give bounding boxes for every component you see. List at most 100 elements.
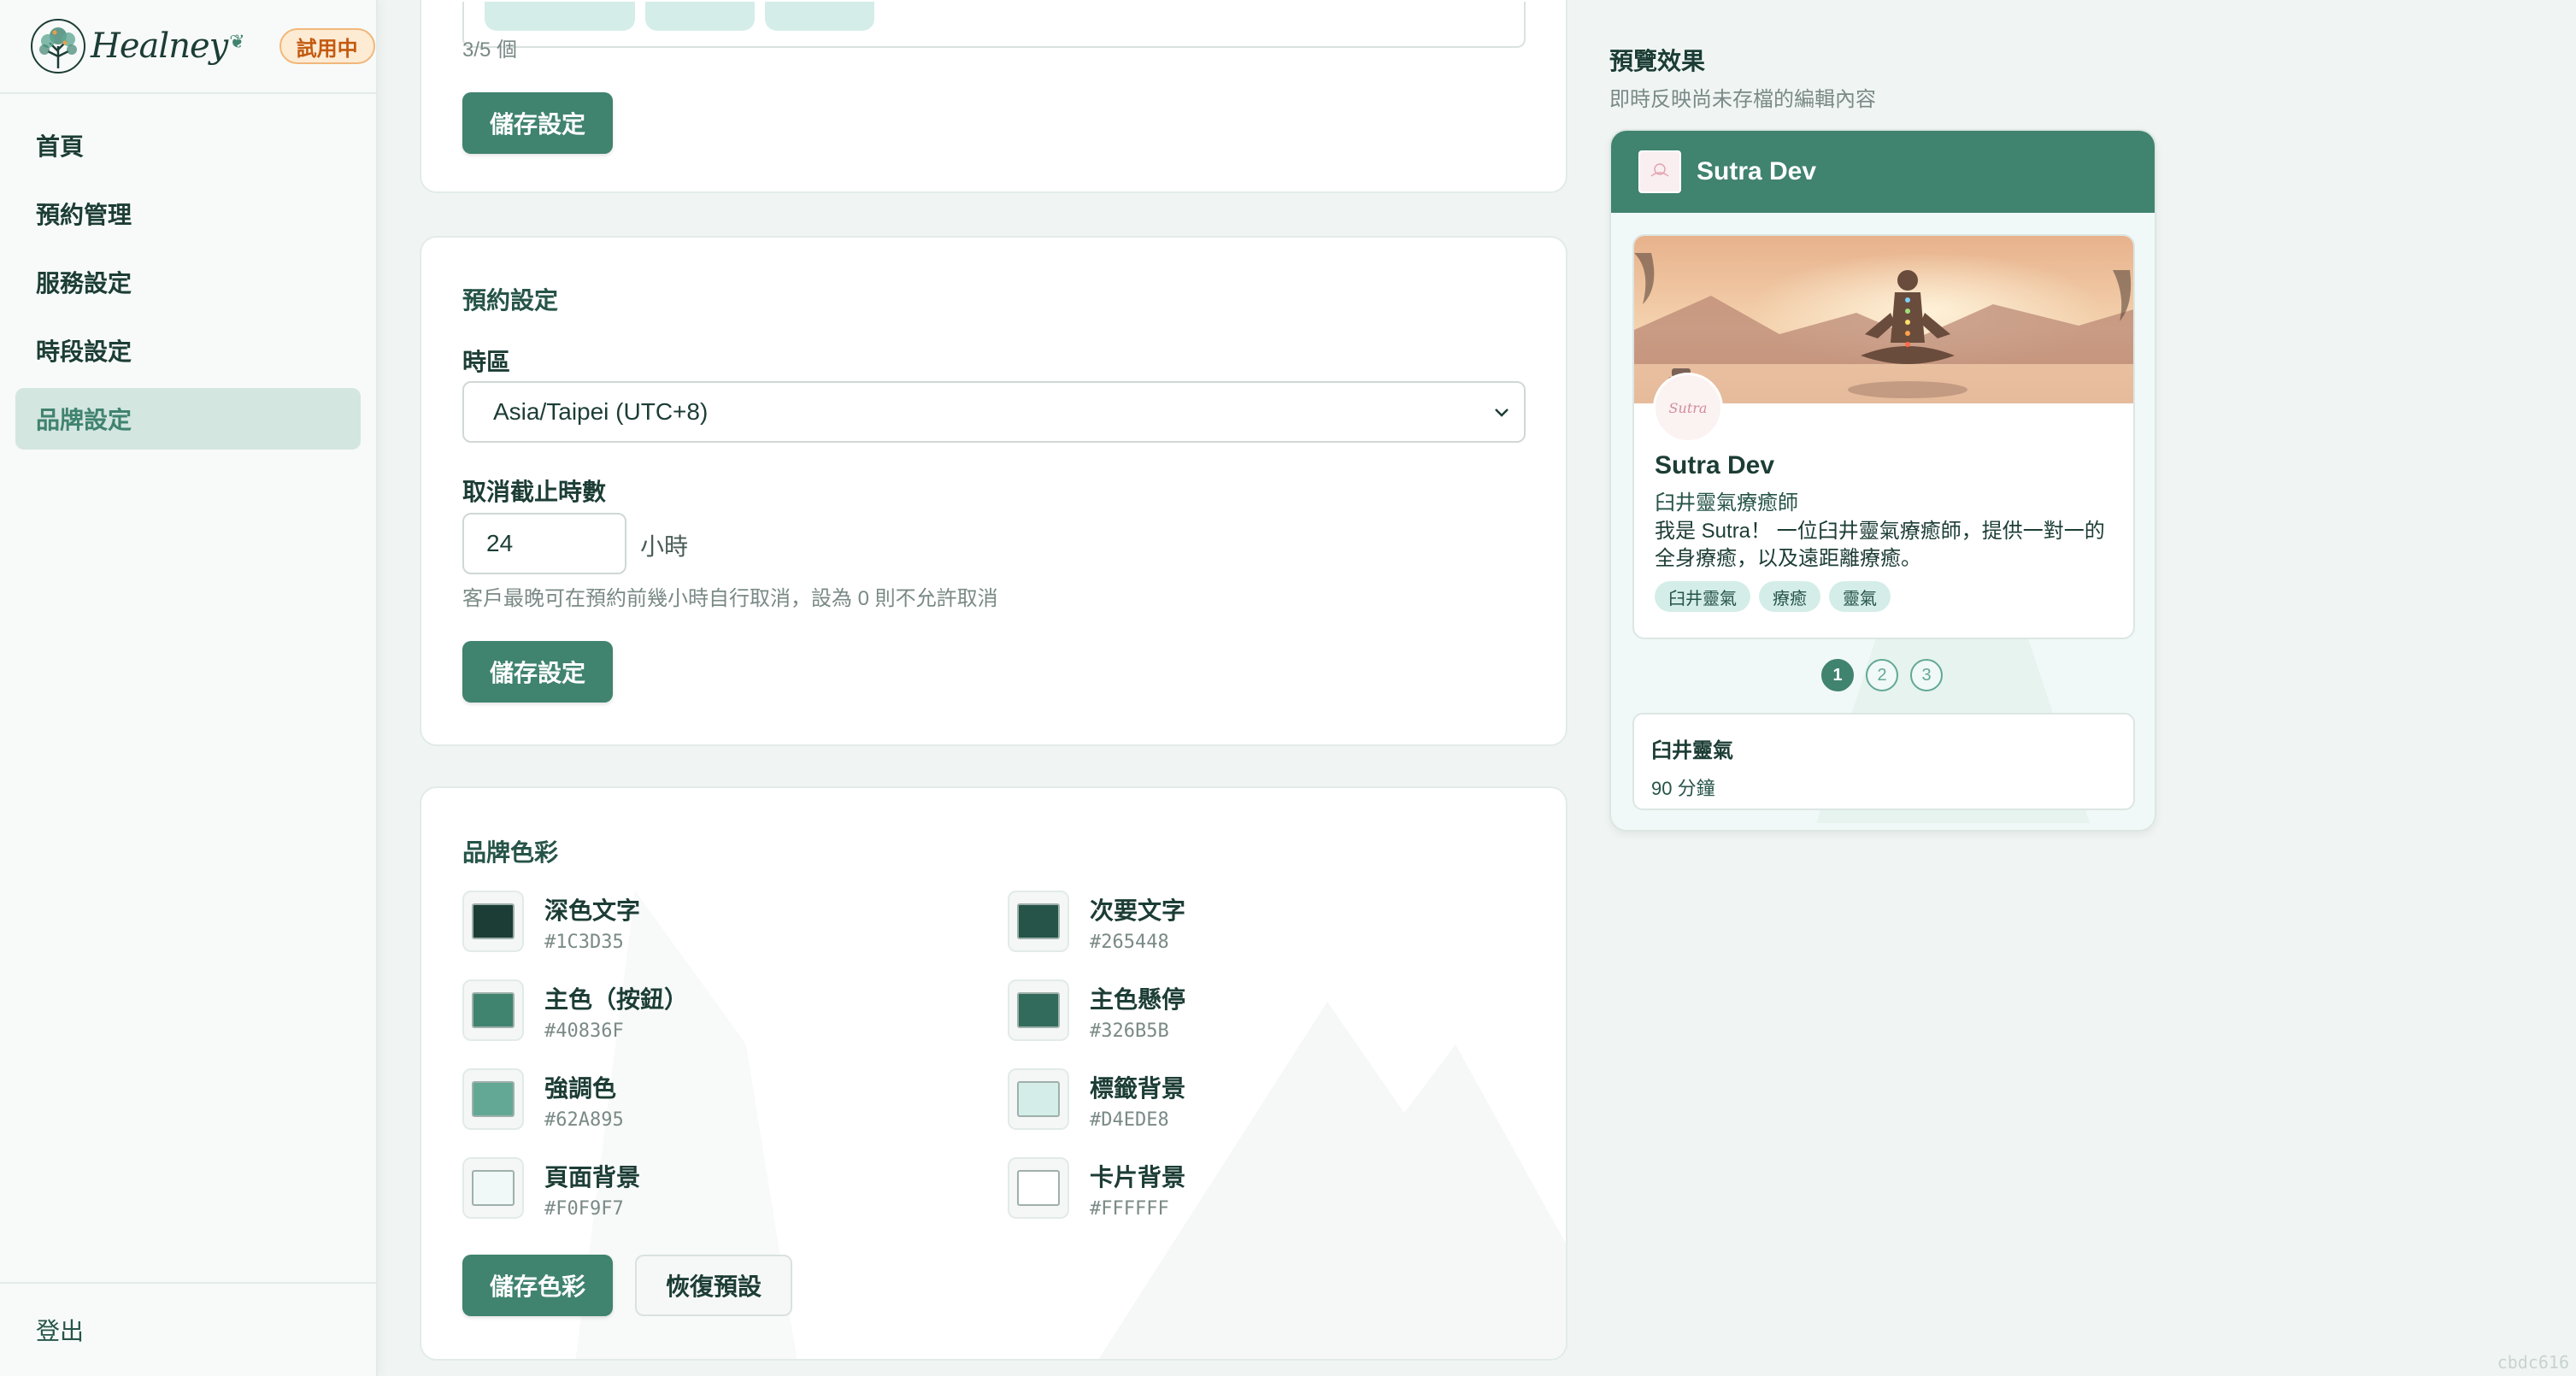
save-tags-button[interactable]: 儲存設定 xyxy=(462,92,614,154)
cancel-hint: 客戶最晚可在預約前幾小時自行取消，設為 0 則不允許取消 xyxy=(462,587,998,610)
sidebar-item-services[interactable]: 服務設定 xyxy=(15,251,361,313)
sidebar-item-timeslots[interactable]: 時段設定 xyxy=(15,320,361,381)
service-card[interactable]: 臼井靈氣 90 分鐘 xyxy=(1632,713,2135,810)
sidebar-item-bookings[interactable]: 預約管理 xyxy=(15,183,361,244)
card-title: 預約設定 xyxy=(462,287,559,314)
color-hex: #40836F xyxy=(544,1020,624,1042)
hours-unit: 小時 xyxy=(640,533,689,560)
profile-card[interactable]: Sutra Sutra Dev 臼井靈氣療癒師 我是 Sutra！ 一位臼井靈氣… xyxy=(1632,234,2135,639)
page-dot-2[interactable]: 2 xyxy=(1866,659,1898,691)
color-swatch-button[interactable] xyxy=(1008,1157,1069,1219)
color-name: 標籤背景 xyxy=(1090,1075,1186,1102)
profile-tag: 臼井靈氣 xyxy=(1655,581,1750,612)
tag-count: 3/5 個 xyxy=(462,38,518,62)
color-swatch xyxy=(1017,992,1060,1028)
color-swatch-button[interactable] xyxy=(462,1068,524,1130)
meditation-cover-image xyxy=(1634,236,2133,403)
preview-logo xyxy=(1638,150,1681,193)
color-swatch xyxy=(472,1170,515,1206)
leaf-icon: ❦ xyxy=(229,31,245,52)
cancel-hours-input[interactable]: 24 xyxy=(462,513,626,574)
tag-chip[interactable] xyxy=(485,2,635,31)
timezone-select[interactable]: Asia/Taipei (UTC+8) xyxy=(462,381,1526,443)
cancel-deadline-label: 取消截止時數 xyxy=(462,479,607,505)
color-swatch xyxy=(472,903,515,939)
chevron-down-icon xyxy=(1495,409,1509,417)
preview-heading: 預覽效果 xyxy=(1609,48,1706,74)
corner-id: cbdc616 xyxy=(2497,1352,2569,1373)
color-item-tag-bg[interactable]: 標籤背景 #D4EDE8 xyxy=(1008,1068,1185,1131)
brand-header: Healney ❦ 試用中 xyxy=(0,0,376,94)
sidebar-nav: 首頁 預約管理 服務設定 時段設定 品牌設定 xyxy=(0,94,376,450)
profile-tag: 療癒 xyxy=(1759,581,1820,612)
sidebar-item-branding[interactable]: 品牌設定 xyxy=(15,388,361,450)
page-dot-1[interactable]: 1 xyxy=(1821,659,1854,691)
color-hex: #326B5B xyxy=(1090,1020,1169,1042)
color-name: 卡片背景 xyxy=(1090,1164,1186,1191)
color-hex: #1C3D35 xyxy=(544,932,624,953)
preview-phone: Sutra Dev Sutra Sutra Dev 臼井靈氣療癒師 我是 Sut… xyxy=(1609,129,2156,832)
profile-tag: 靈氣 xyxy=(1829,581,1891,612)
color-swatch-button[interactable] xyxy=(462,891,524,952)
service-duration: 90 分鐘 xyxy=(1651,778,1715,799)
color-item-dark-text[interactable]: 深色文字 #1C3D35 xyxy=(462,891,640,953)
reset-colors-button[interactable]: 恢復預設 xyxy=(635,1255,793,1316)
sidebar-item-home[interactable]: 首頁 xyxy=(15,115,361,176)
color-name: 主色（按鈕） xyxy=(544,986,689,1013)
color-hex: #62A895 xyxy=(544,1109,624,1131)
trial-badge: 試用中 xyxy=(279,28,375,64)
logout-link[interactable]: 登出 xyxy=(36,1313,84,1347)
color-swatch-button[interactable] xyxy=(1008,979,1069,1041)
sidebar: Healney ❦ 試用中 首頁 預約管理 服務設定 時段設定 品牌設定 登出 xyxy=(0,0,378,1376)
color-swatch xyxy=(472,1081,515,1117)
brand-colors-card: 品牌色彩 深色文字 #1C3D35 次要文字 #265448 主色（按鈕） #4083… xyxy=(420,786,1567,1361)
color-hex: #265448 xyxy=(1090,932,1169,953)
lotus-icon xyxy=(1650,163,1669,177)
color-hex: #D4EDE8 xyxy=(1090,1109,1169,1131)
tags-input[interactable] xyxy=(462,2,1526,48)
color-hex: #F0F9F7 xyxy=(544,1198,624,1220)
color-swatch-button[interactable] xyxy=(1008,891,1069,952)
save-booking-button[interactable]: 儲存設定 xyxy=(462,641,614,703)
preview-header: Sutra Dev xyxy=(1611,131,2155,213)
color-swatch-button[interactable] xyxy=(1008,1068,1069,1130)
profile-name: Sutra Dev xyxy=(1655,451,1775,479)
color-name: 主色懸停 xyxy=(1090,986,1186,1013)
color-swatch xyxy=(1017,1081,1060,1117)
timezone-label: 時區 xyxy=(462,349,511,375)
profile-bio: 我是 Sutra！ 一位臼井靈氣療癒師，提供一對一的全身療癒，以及遠距離療癒。 xyxy=(1655,520,2105,570)
color-name: 強調色 xyxy=(544,1075,617,1102)
profile-avatar: Sutra xyxy=(1653,373,1723,443)
color-name: 深色文字 xyxy=(544,897,641,924)
color-item-accent[interactable]: 強調色 #62A895 xyxy=(462,1068,624,1131)
profile-role: 臼井靈氣療癒師 xyxy=(1655,491,1798,515)
logo-text: Healney xyxy=(91,26,228,66)
color-item-card-bg[interactable]: 卡片背景 #FFFFFF xyxy=(1008,1157,1185,1220)
color-item-secondary-text[interactable]: 次要文字 #265448 xyxy=(1008,891,1185,953)
color-item-primary-hover[interactable]: 主色懸停 #326B5B xyxy=(1008,979,1185,1042)
timezone-value: Asia/Taipei (UTC+8) xyxy=(493,398,709,425)
booking-settings-card: 預約設定 時區 Asia/Taipei (UTC+8) 取消截止時數 24 小時… xyxy=(420,236,1567,746)
preview-header-name: Sutra Dev xyxy=(1697,157,1817,185)
profile-tags: 臼井靈氣 療癒 靈氣 xyxy=(1655,581,1891,612)
color-swatch-button[interactable] xyxy=(462,1157,524,1219)
color-item-page-bg[interactable]: 頁面背景 #F0F9F7 xyxy=(462,1157,640,1220)
tag-chip[interactable] xyxy=(645,2,755,31)
service-name: 臼井靈氣 xyxy=(1651,739,1733,762)
carousel-pagination: 1 2 3 xyxy=(1821,659,1943,691)
page-dot-3[interactable]: 3 xyxy=(1910,659,1943,691)
sidebar-footer: 登出 xyxy=(0,1282,376,1376)
preview-subtitle: 即時反映尚未存檔的編輯內容 xyxy=(1609,88,1876,111)
color-swatch xyxy=(1017,1170,1060,1206)
color-hex: #FFFFFF xyxy=(1090,1198,1169,1220)
color-swatch xyxy=(472,992,515,1028)
save-colors-button[interactable]: 儲存色彩 xyxy=(462,1255,614,1316)
tags-card: 3/5 個 儲存設定 xyxy=(420,0,1567,193)
color-swatch-button[interactable] xyxy=(462,979,524,1041)
tag-chip[interactable] xyxy=(765,2,874,31)
card-title: 品牌色彩 xyxy=(462,839,559,866)
color-name: 次要文字 xyxy=(1090,897,1186,924)
color-name: 頁面背景 xyxy=(544,1164,641,1191)
color-item-primary[interactable]: 主色（按鈕） #40836F xyxy=(462,979,688,1042)
tree-logo-icon xyxy=(31,19,85,74)
